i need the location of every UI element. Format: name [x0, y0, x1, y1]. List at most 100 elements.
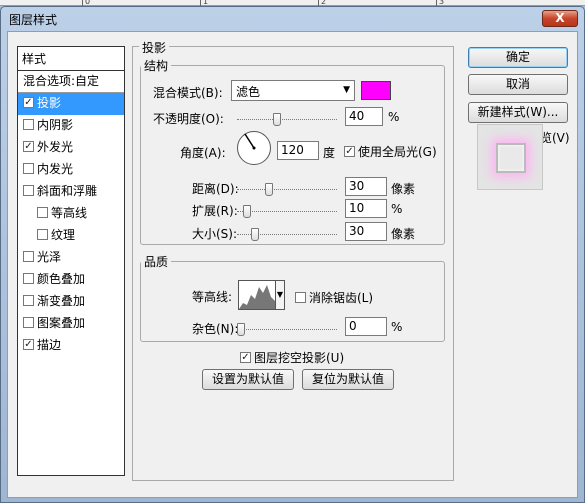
antialias-checkbox[interactable]: 消除锯齿(L): [295, 289, 373, 306]
knockout-label: 图层挖空投影(U): [254, 351, 345, 365]
noise-input[interactable]: 0: [345, 317, 387, 336]
opacity-slider-thumb[interactable]: [273, 113, 281, 126]
checkbox-icon[interactable]: ✓: [23, 141, 34, 152]
style-item-label: 描边: [37, 338, 62, 352]
checkbox-icon[interactable]: [23, 295, 34, 306]
style-item-label: 内发光: [37, 162, 74, 176]
checkbox-icon[interactable]: ✓: [23, 97, 34, 108]
angle-input[interactable]: 120: [277, 141, 319, 160]
style-item-label: 斜面和浮雕: [37, 184, 98, 198]
chevron-down-icon: ▼: [276, 290, 284, 299]
style-item-label: 外发光: [37, 140, 74, 154]
title-bar[interactable]: 图层样式 X: [1, 7, 584, 31]
knockout-checkbox[interactable]: ✓ 图层挖空投影(U): [240, 349, 344, 366]
blend-options-item[interactable]: 混合选项:自定: [18, 71, 124, 93]
style-item[interactable]: ✓ 描边: [18, 335, 124, 357]
blend-mode-label: 混合模式(B):: [153, 86, 223, 100]
angle-unit: 度: [323, 146, 336, 160]
style-item[interactable]: 内阴影: [18, 115, 124, 137]
checkbox-icon[interactable]: ✓: [23, 339, 34, 350]
distance-input[interactable]: 30: [345, 177, 387, 196]
style-item-label: 颜色叠加: [37, 272, 86, 286]
style-item[interactable]: ✓ 外发光: [18, 137, 124, 159]
global-light-checkbox[interactable]: ✓ 使用全局光(G): [344, 143, 437, 160]
opacity-input[interactable]: 40: [345, 107, 383, 126]
structure-title: 结构: [144, 59, 169, 73]
checkbox-icon[interactable]: [23, 251, 34, 262]
style-item[interactable]: 等高线: [18, 203, 124, 225]
window-title: 图层样式: [9, 13, 58, 27]
style-item[interactable]: 渐变叠加: [18, 291, 124, 313]
angle-needle-icon: [244, 133, 256, 150]
style-item-label: 内阴影: [37, 118, 74, 132]
style-item-label: 等高线: [51, 206, 88, 220]
distance-label: 距离(D):: [192, 182, 239, 196]
cancel-button[interactable]: 取消: [468, 74, 568, 95]
panel-title: 投影: [139, 39, 170, 56]
style-item-label: 光泽: [37, 250, 62, 264]
blend-mode-value: 滤色: [236, 85, 261, 99]
style-item[interactable]: 斜面和浮雕: [18, 181, 124, 203]
spread-input[interactable]: 10: [345, 199, 387, 218]
angle-label: 角度(A):: [180, 146, 226, 160]
contour-curve-icon: [239, 285, 275, 309]
blend-mode-select[interactable]: 滤色 ▼: [231, 80, 355, 101]
layer-style-dialog: 图层样式 X 样式 混合选项:自定 ✓ 投影 内阴影 ✓ 外发光 内发光 斜面和浮雕 等高线纹…: [0, 6, 585, 503]
noise-slider-track[interactable]: [237, 329, 337, 330]
opacity-unit: %: [388, 110, 400, 124]
spread-unit: %: [391, 202, 403, 216]
style-list-header[interactable]: 样式: [18, 47, 124, 71]
noise-label: 杂色(N):: [192, 322, 239, 336]
style-item-label: 投影: [37, 96, 62, 110]
antialias-label: 消除锯齿(L): [309, 291, 374, 305]
spread-label: 扩展(R):: [192, 204, 238, 218]
style-item[interactable]: 图案叠加: [18, 313, 124, 335]
checkbox-icon[interactable]: ✓: [240, 352, 251, 363]
size-unit: 像素: [391, 227, 416, 241]
new-style-button[interactable]: 新建样式(W)...: [468, 102, 568, 123]
checkbox-icon[interactable]: [23, 163, 34, 174]
size-slider-thumb[interactable]: [251, 228, 259, 241]
global-light-label: 使用全局光(G): [358, 145, 437, 159]
angle-dial[interactable]: [237, 131, 271, 165]
reset-default-button[interactable]: 复位为默认值: [302, 369, 394, 390]
size-label: 大小(S):: [192, 227, 238, 241]
opacity-slider-track[interactable]: [237, 119, 337, 120]
preview-thumbnail: [496, 143, 526, 173]
quality-title: 品质: [144, 255, 169, 269]
style-item-label: 纹理: [51, 228, 76, 242]
checkbox-icon[interactable]: [295, 292, 306, 303]
distance-unit: 像素: [391, 182, 416, 196]
style-item[interactable]: 纹理: [18, 225, 124, 247]
style-item[interactable]: 颜色叠加: [18, 269, 124, 291]
noise-slider-thumb[interactable]: [237, 323, 245, 336]
style-item[interactable]: ✓ 投影: [18, 93, 124, 115]
checkbox-icon[interactable]: [37, 207, 48, 218]
style-item-label: 渐变叠加: [37, 294, 86, 308]
style-item[interactable]: 光泽: [18, 247, 124, 269]
checkbox-icon[interactable]: [23, 119, 34, 130]
style-item[interactable]: 内发光: [18, 159, 124, 181]
checkbox-icon[interactable]: [23, 185, 34, 196]
style-preview: [477, 124, 543, 190]
contour-picker[interactable]: [238, 280, 276, 310]
size-input[interactable]: 30: [345, 222, 387, 241]
ok-button[interactable]: 确定: [468, 47, 568, 68]
spread-slider-thumb[interactable]: [243, 205, 251, 218]
spread-slider-track[interactable]: [237, 211, 337, 212]
style-item-label: 图案叠加: [37, 316, 86, 330]
checkbox-icon[interactable]: [23, 317, 34, 328]
style-list: 样式 混合选项:自定 ✓ 投影 内阴影 ✓ 外发光 内发光 斜面和浮雕 等高线 纹理 光泽 颜色叠加…: [17, 46, 125, 476]
checkbox-icon[interactable]: ✓: [344, 146, 355, 157]
chevron-down-icon: ▼: [343, 85, 350, 95]
close-button[interactable]: X: [542, 10, 578, 27]
shadow-color-swatch[interactable]: [361, 81, 391, 100]
make-default-button[interactable]: 设置为默认值: [202, 369, 294, 390]
checkbox-icon[interactable]: [23, 273, 34, 284]
distance-slider-track[interactable]: [237, 189, 337, 190]
distance-slider-thumb[interactable]: [265, 183, 273, 196]
checkbox-icon[interactable]: [37, 229, 48, 240]
contour-dropdown-button[interactable]: ▼: [276, 280, 285, 310]
dialog-client: 样式 混合选项:自定 ✓ 投影 内阴影 ✓ 外发光 内发光 斜面和浮雕 等高线 纹理 光泽 颜色叠加…: [7, 31, 578, 498]
contour-label: 等高线:: [192, 290, 233, 304]
